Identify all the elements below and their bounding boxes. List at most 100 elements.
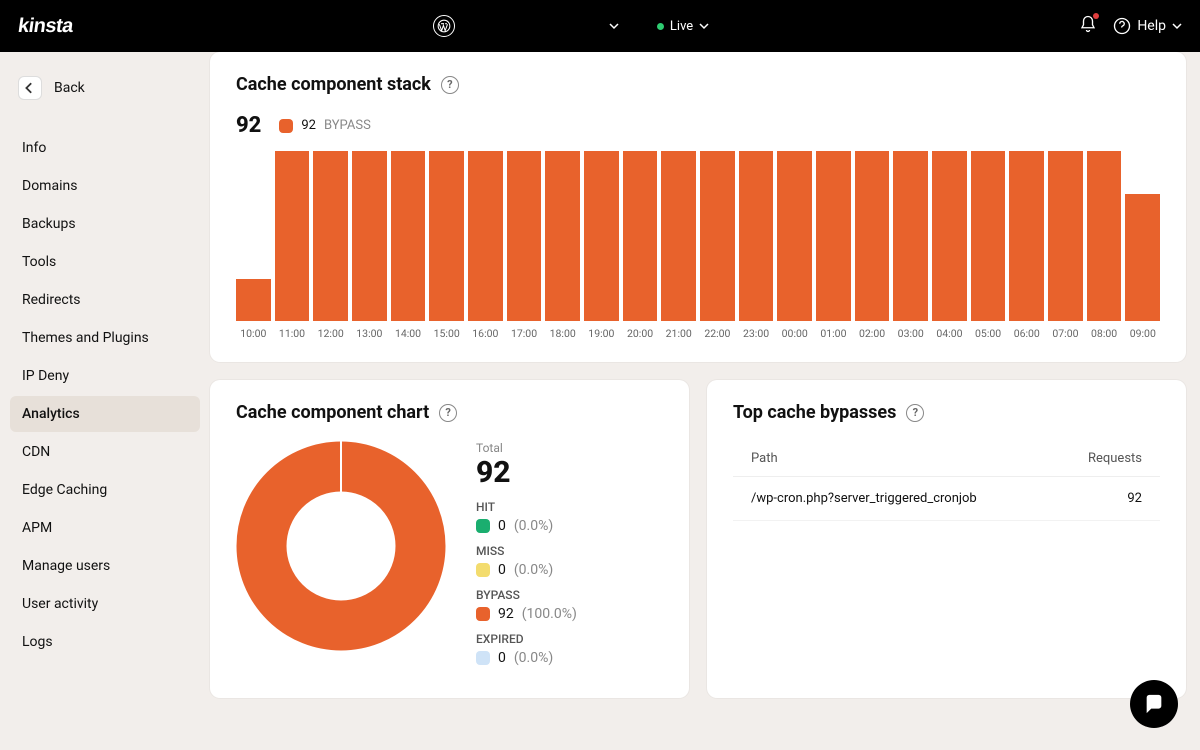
bar[interactable] — [468, 151, 503, 321]
sidebar-item-info[interactable]: Info — [10, 130, 200, 166]
legend-value: 92 — [498, 606, 514, 622]
sidebar-item-redirects[interactable]: Redirects — [10, 282, 200, 318]
bar-label: 07:00 — [1052, 327, 1078, 340]
bar-label: 03:00 — [898, 327, 924, 340]
bar-column: 04:00 — [932, 151, 967, 340]
bar[interactable] — [236, 279, 271, 322]
bar[interactable] — [971, 151, 1006, 321]
legend-pct: (0.0%) — [514, 650, 553, 666]
bar[interactable] — [1087, 151, 1122, 321]
help-icon[interactable]: ? — [906, 404, 924, 422]
bar-label: 09:00 — [1130, 327, 1156, 340]
bar-label: 13:00 — [356, 327, 382, 340]
bar-label: 12:00 — [318, 327, 344, 340]
legend-name: MISS — [476, 544, 663, 558]
bar[interactable] — [1009, 151, 1044, 321]
col-path: Path — [751, 451, 778, 466]
environment-selector[interactable]: Live — [647, 13, 719, 40]
bar[interactable] — [777, 151, 812, 321]
back-button[interactable]: Back — [10, 70, 200, 106]
table-header: Path Requests — [733, 441, 1160, 477]
bar-column: 18:00 — [545, 151, 580, 340]
bar-label: 21:00 — [666, 327, 692, 340]
bar[interactable] — [507, 151, 542, 321]
table-row[interactable]: /wp-cron.php?server_triggered_cronjob92 — [733, 477, 1160, 521]
stack-total: 92 — [236, 113, 261, 138]
bar-label: 06:00 — [1014, 327, 1040, 340]
bar[interactable] — [584, 151, 619, 321]
legend-name: BYPASS — [476, 588, 663, 602]
bar[interactable] — [275, 151, 310, 321]
bar[interactable] — [1125, 194, 1160, 322]
sidebar-item-themes-and-plugins[interactable]: Themes and Plugins — [10, 320, 200, 356]
bar-label: 10:00 — [240, 327, 266, 340]
back-label: Back — [54, 80, 85, 96]
sidebar-item-domains[interactable]: Domains — [10, 168, 200, 204]
chat-icon — [1143, 693, 1165, 715]
bar[interactable] — [893, 151, 928, 321]
env-label: Live — [670, 19, 693, 34]
help-menu[interactable]: Help — [1113, 17, 1182, 35]
bar-column: 01:00 — [816, 151, 851, 340]
legend-value: 0 — [498, 562, 506, 578]
bar[interactable] — [932, 151, 967, 321]
sidebar-item-user-activity[interactable]: User activity — [10, 586, 200, 622]
sidebar-item-apm[interactable]: APM — [10, 510, 200, 546]
bar[interactable] — [545, 151, 580, 321]
bar-column: 07:00 — [1048, 151, 1083, 340]
sidebar-item-analytics[interactable]: Analytics — [10, 396, 200, 432]
help-icon[interactable]: ? — [439, 404, 457, 422]
site-selector[interactable] — [473, 15, 629, 37]
help-icon[interactable]: ? — [441, 76, 459, 94]
notification-dot-icon — [1093, 13, 1099, 19]
legend-color-icon — [279, 119, 293, 133]
bar-label: 20:00 — [627, 327, 653, 340]
total-label: Total — [476, 441, 663, 455]
legend-color-icon — [476, 519, 490, 533]
bar-label: 23:00 — [743, 327, 769, 340]
bar[interactable] — [352, 151, 387, 321]
cell-requests: 92 — [1127, 491, 1142, 506]
bar-label: 08:00 — [1091, 327, 1117, 340]
bar-label: 01:00 — [820, 327, 846, 340]
brand-logo[interactable]: kinsta — [18, 15, 73, 38]
bar[interactable] — [855, 151, 890, 321]
bar[interactable] — [661, 151, 696, 321]
sidebar-item-logs[interactable]: Logs — [10, 624, 200, 660]
bar[interactable] — [816, 151, 851, 321]
wordpress-icon[interactable] — [433, 15, 455, 37]
bar[interactable] — [391, 151, 426, 321]
bar[interactable] — [429, 151, 464, 321]
bar-column: 02:00 — [855, 151, 890, 340]
bar-label: 05:00 — [975, 327, 1001, 340]
card-title: Cache component chart ? — [236, 402, 663, 423]
legend-item-hit: HIT0(0.0%) — [476, 500, 663, 534]
status-dot-icon — [657, 23, 664, 30]
bar[interactable] — [1048, 151, 1083, 321]
bar[interactable] — [739, 151, 774, 321]
sidebar-item-backups[interactable]: Backups — [10, 206, 200, 242]
sidebar-item-tools[interactable]: Tools — [10, 244, 200, 280]
donut-legend: Total 92 HIT0(0.0%)MISS0(0.0%)BYPASS92(1… — [476, 441, 663, 676]
legend-name: HIT — [476, 500, 663, 514]
cache-stack-card: Cache component stack ? 92 92 BYPASS 10:… — [210, 52, 1186, 362]
bar[interactable] — [623, 151, 658, 321]
help-icon — [1113, 17, 1131, 35]
bar-label: 00:00 — [782, 327, 808, 340]
chat-button[interactable] — [1130, 680, 1178, 728]
chevron-down-icon — [1172, 21, 1182, 31]
bar-column: 11:00 — [275, 151, 310, 340]
sidebar-item-manage-users[interactable]: Manage users — [10, 548, 200, 584]
notifications-button[interactable] — [1079, 15, 1097, 37]
sidebar-item-ip-deny[interactable]: IP Deny — [10, 358, 200, 394]
bar-label: 17:00 — [511, 327, 537, 340]
bar-column: 03:00 — [893, 151, 928, 340]
legend-item-expired: EXPIRED0(0.0%) — [476, 632, 663, 666]
bar-label: 14:00 — [395, 327, 421, 340]
sidebar-item-edge-caching[interactable]: Edge Caching — [10, 472, 200, 508]
bar-column: 09:00 — [1125, 194, 1160, 341]
cache-component-chart-card: Cache component chart ? Total 92 HIT0(0.… — [210, 380, 689, 698]
sidebar-item-cdn[interactable]: CDN — [10, 434, 200, 470]
bar[interactable] — [700, 151, 735, 321]
bar[interactable] — [313, 151, 348, 321]
